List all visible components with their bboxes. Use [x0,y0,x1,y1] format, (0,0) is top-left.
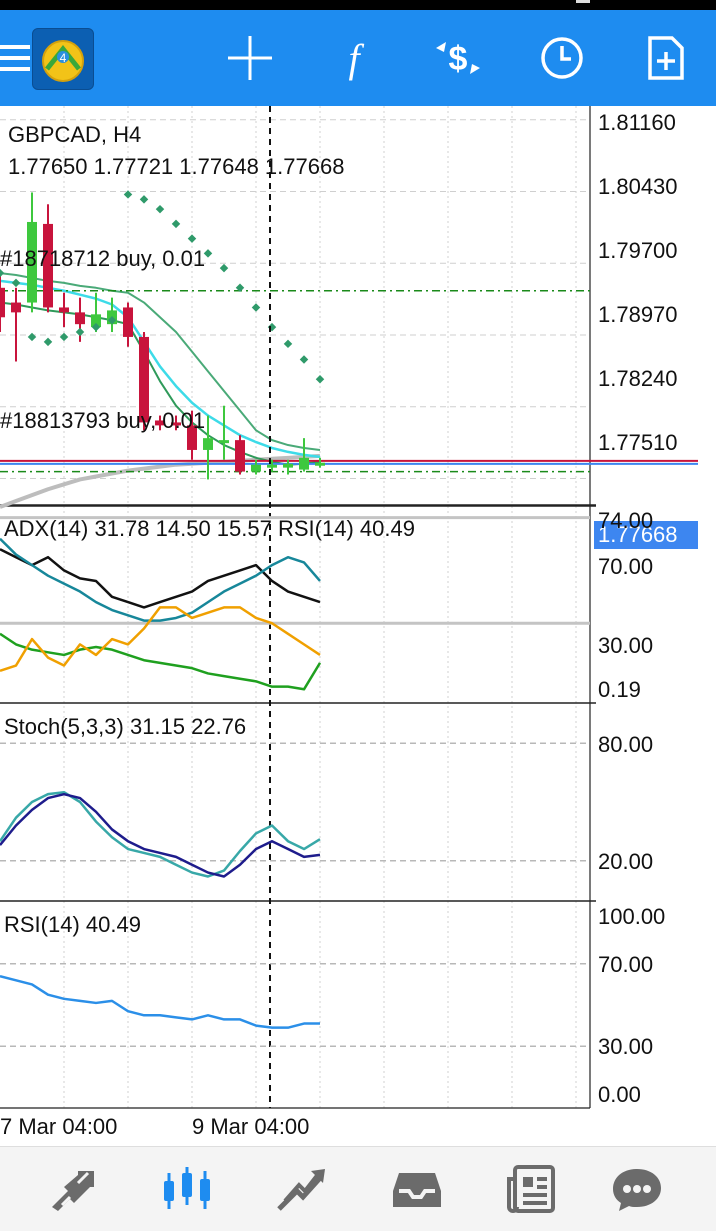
adx-axis-label: 74.00 [598,508,654,533]
candle-body [283,463,293,468]
svg-text:f: f [348,36,364,81]
adxmarks-series-3 [0,606,321,672]
candle-body [203,438,213,450]
quotes-icon[interactable] [38,1161,108,1217]
sar-dot [27,332,37,342]
adxmarks-series-0 [0,548,321,609]
svg-text:4: 4 [60,51,67,65]
adx-axis-label: 30.00 [598,633,654,658]
candle-body [0,287,5,318]
trade-dollar-icon[interactable]: $ [426,24,490,92]
sar-dot [43,337,53,347]
sar-dot [315,374,325,384]
candle-body [75,312,85,325]
candle-body [59,307,69,313]
sar-dot [187,234,197,243]
bottom-navigation [0,1146,716,1231]
price-axis-label: 1.81160 [598,110,676,135]
candle-body [267,464,277,468]
price-axis-label: 1.80430 [598,174,678,199]
chart-icon[interactable] [152,1161,222,1217]
candle-body [251,464,261,472]
indicator-function-icon[interactable]: f [322,24,386,92]
price-axis-label-hidden: 1.77510 [598,430,678,455]
price-axis-label: 1.78240 [598,366,678,391]
new-order-icon[interactable] [634,24,698,92]
stoch-axis-label: 20.00 [598,849,654,874]
stoch-axis-label: 80.00 [598,732,654,757]
sar-dot [139,195,149,204]
top-toolbar: 4 f $ [0,10,716,106]
metatrader-logo[interactable]: 4 [32,28,94,90]
sar-dot [59,332,69,342]
candle-body [235,440,245,472]
candle-body [11,302,21,313]
stoch-panel-title: Stoch(5,3,3) 31.15 22.76 [4,714,247,739]
stochmarks-series-1 [0,792,321,878]
ohlc-values: 1.77650 1.77721 1.77648 1.77668 [8,154,345,179]
rsi-panel-title: RSI(14) 40.49 [4,912,141,937]
time-axis-label: 7 Mar 04:00 [0,1114,118,1139]
order-label-1[interactable]: #18718712 buy, 0.01 [0,248,205,270]
trade-icon[interactable] [266,1161,336,1217]
status-bar [0,0,716,10]
time-axis-label: 9 Mar 04:00 [192,1114,310,1139]
sar-dot [251,303,261,312]
candle-body [299,457,309,470]
price-axis-label: 1.79700 [598,238,678,263]
candle-body [315,462,325,466]
rsi-axis-label: 70.00 [598,952,654,977]
rsi-axis-label: 30.00 [598,1034,654,1059]
order-label-2[interactable]: #18813793 buy, 0.01 [0,410,205,432]
adxmarks-series-2 [0,632,322,691]
sar-dot [155,204,165,214]
chat-icon[interactable] [602,1161,672,1217]
chart-area[interactable]: GBPCAD, H4 1.77650 1.77721 1.77648 1.776… [0,106,716,1144]
sar-dot [299,355,309,364]
history-clock-icon[interactable] [530,24,594,92]
status-notch [576,0,590,3]
sar-dot [283,339,293,349]
rsi-axis-label: 100.00 [598,904,666,929]
adx-axis-label: 0.19 [598,677,641,702]
stochmarks-series-0 [0,790,321,878]
crosshair-icon[interactable] [218,24,282,92]
candle-body [123,307,133,337]
sar-dot [11,278,21,288]
adx-axis-label: 70.00 [598,554,654,579]
svg-text:$: $ [449,40,468,78]
history-icon[interactable] [382,1161,452,1217]
candle-body [219,440,229,444]
rsi-axis-label: 0.00 [598,1082,641,1107]
symbol-title: GBPCAD, H4 [8,122,142,147]
rsimarks-series-0 [0,974,320,1029]
sar-dot [171,219,181,229]
adx-panel-title: ADX(14) 31.78 14.50 15.57 RSI(14) 40.49 [4,516,415,541]
price-axis-label: 1.78970 [598,302,678,327]
news-icon[interactable] [496,1161,566,1217]
sar-dot [219,263,229,273]
